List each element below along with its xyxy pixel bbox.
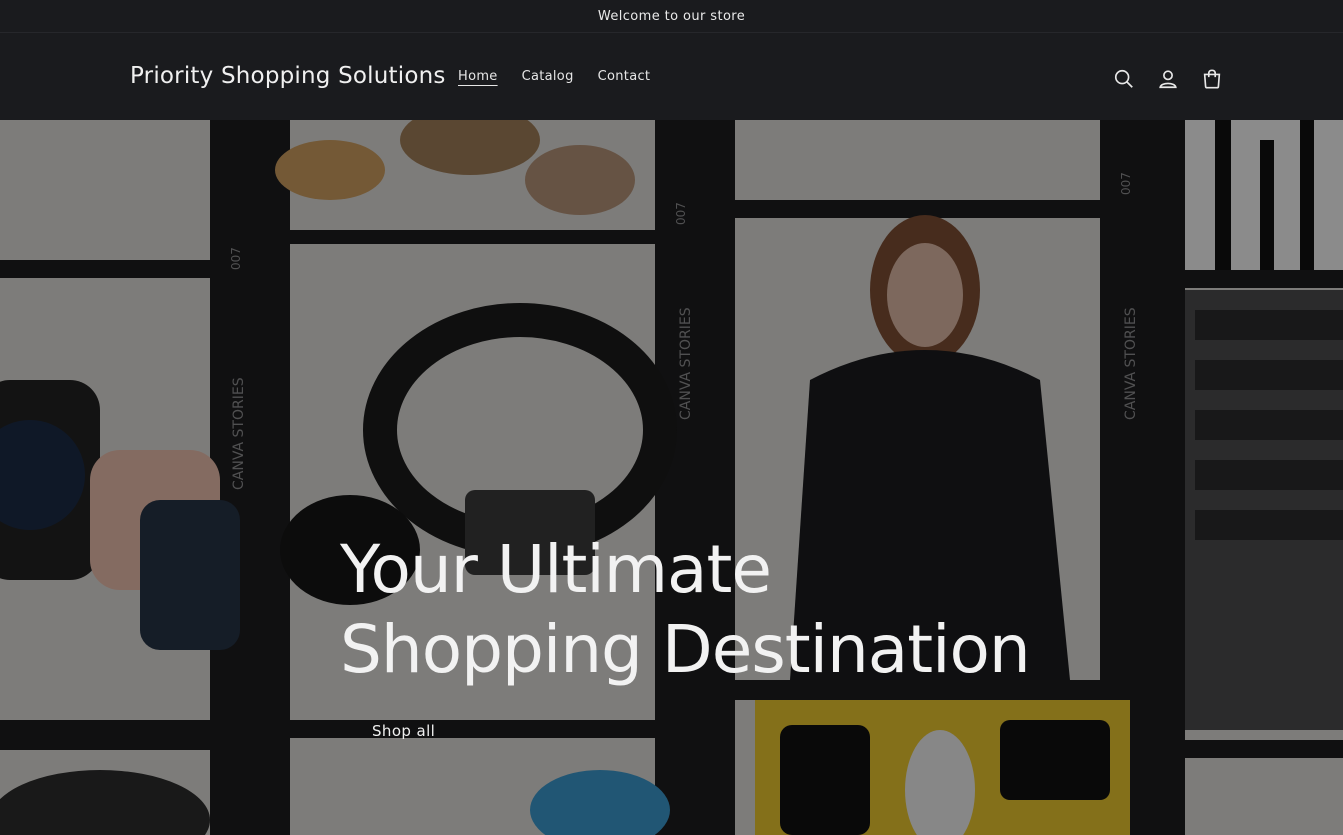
account-button[interactable]	[1146, 57, 1190, 101]
shop-all-button[interactable]: Shop all	[340, 714, 467, 748]
hero-title-line-2: Shopping Destination	[340, 611, 1031, 688]
nav-contact[interactable]: Contact	[586, 69, 663, 84]
cart-button[interactable]	[1190, 57, 1234, 101]
nav-home[interactable]: Home	[446, 69, 510, 84]
hero-title-line-1: Your Ultimate	[340, 531, 772, 608]
cart-icon	[1203, 69, 1221, 89]
announcement-bar: Welcome to our store	[0, 0, 1343, 32]
site-header: Priority Shopping Solutions Home Catalog…	[0, 32, 1343, 120]
hero-banner: CANVA STORIES CANVA STORIES CANVA STORIE…	[0, 120, 1343, 835]
nav-catalog[interactable]: Catalog	[510, 69, 586, 84]
store-logo[interactable]: Priority Shopping Solutions	[130, 63, 446, 89]
announcement-text: Welcome to our store	[597, 8, 746, 24]
search-icon	[1114, 69, 1133, 88]
main-nav: Home Catalog Contact	[446, 69, 662, 84]
search-button[interactable]	[1102, 57, 1146, 101]
hero-title: Your Ultimate Shopping Destination	[340, 530, 1040, 690]
account-icon	[1159, 70, 1177, 89]
hero-content: Your Ultimate Shopping Destination Shop …	[340, 530, 1040, 748]
header-icons	[1102, 57, 1234, 101]
